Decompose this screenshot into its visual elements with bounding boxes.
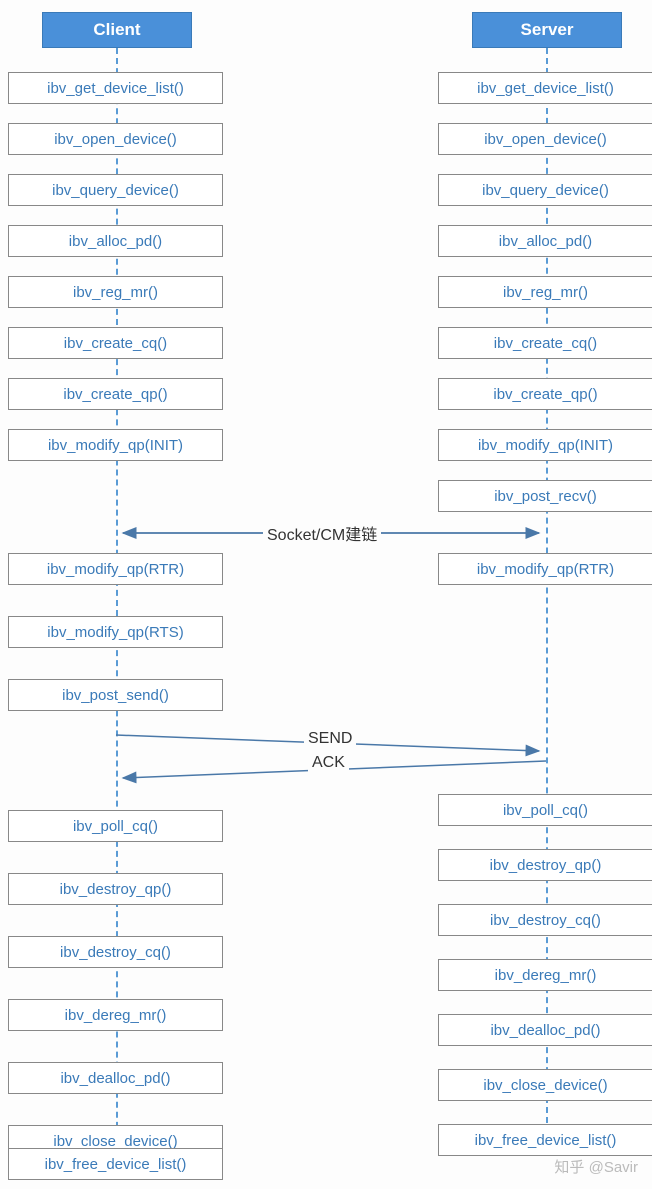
send-label: SEND [304, 730, 356, 748]
client-step: ibv_query_device() [8, 174, 223, 206]
client-step: ibv_reg_mr() [8, 276, 223, 308]
client-step: ibv_destroy_qp() [8, 873, 223, 905]
server-step: ibv_dealloc_pd() [438, 1014, 652, 1046]
server-step: ibv_query_device() [438, 174, 652, 206]
server-step: ibv_close_device() [438, 1069, 652, 1101]
client-step: ibv_modify_qp(RTR) [8, 553, 223, 585]
watermark: 知乎 @Savir [554, 1156, 638, 1177]
server-step: ibv_poll_cq() [438, 794, 652, 826]
client-step: ibv_alloc_pd() [8, 225, 223, 257]
server-step: ibv_free_device_list() [438, 1124, 652, 1156]
client-step: ibv_create_cq() [8, 327, 223, 359]
server-header: Server [472, 12, 622, 48]
client-step: ibv_free_device_list() [8, 1148, 223, 1180]
client-step: ibv_get_device_list() [8, 72, 223, 104]
client-step: ibv_dealloc_pd() [8, 1062, 223, 1094]
server-step: ibv_alloc_pd() [438, 225, 652, 257]
client-step: ibv_open_device() [8, 123, 223, 155]
server-step: ibv_get_device_list() [438, 72, 652, 104]
client-step: ibv_post_send() [8, 679, 223, 711]
server-step: ibv_modify_qp(RTR) [438, 553, 652, 585]
server-step: ibv_modify_qp(INIT) [438, 429, 652, 461]
ack-label: ACK [308, 754, 349, 772]
client-step: ibv_modify_qp(RTS) [8, 616, 223, 648]
client-step: ibv_destroy_cq() [8, 936, 223, 968]
server-step: ibv_post_recv() [438, 480, 652, 512]
server-step: ibv_create_cq() [438, 327, 652, 359]
client-step: ibv_poll_cq() [8, 810, 223, 842]
client-step: ibv_modify_qp(INIT) [8, 429, 223, 461]
server-step: ibv_destroy_cq() [438, 904, 652, 936]
sequence-diagram: Client Server ibv_get_device_list() ibv_… [8, 8, 644, 1181]
server-step: ibv_reg_mr() [438, 276, 652, 308]
server-step: ibv_destroy_qp() [438, 849, 652, 881]
client-step: ibv_dereg_mr() [8, 999, 223, 1031]
client-step: ibv_create_qp() [8, 378, 223, 410]
server-step: ibv_create_qp() [438, 378, 652, 410]
client-header: Client [42, 12, 192, 48]
server-step: ibv_open_device() [438, 123, 652, 155]
socket-label: Socket/CM建链 [263, 521, 381, 545]
server-step: ibv_dereg_mr() [438, 959, 652, 991]
